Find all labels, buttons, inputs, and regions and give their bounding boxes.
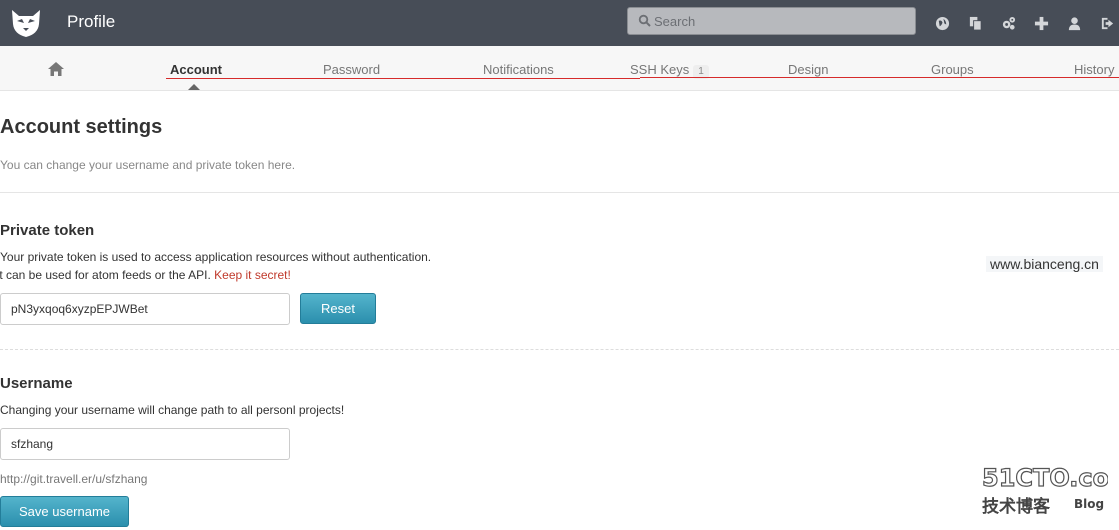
- sign-out-icon[interactable]: [1097, 13, 1117, 33]
- tab-account[interactable]: Account: [170, 62, 222, 77]
- copy-icon[interactable]: [965, 13, 985, 33]
- watermark-51cto-logo: 51CTO.com 技术博客 Blog: [981, 463, 1108, 517]
- watermark-url: www.bianceng.cn: [986, 256, 1103, 272]
- private-token-usage-text: It can be used for atom feeds or the API…: [0, 268, 211, 282]
- tab-label: Password: [323, 62, 381, 77]
- tab-groups[interactable]: Groups: [931, 62, 974, 77]
- username-field[interactable]: [0, 428, 290, 460]
- search-input[interactable]: [654, 11, 909, 31]
- search-icon: [638, 14, 651, 27]
- home-tab[interactable]: [47, 61, 67, 79]
- tab-label: Groups: [931, 62, 974, 77]
- tab-notifications[interactable]: Notifications: [483, 62, 554, 77]
- private-token-description: Your private token is used to access app…: [0, 250, 432, 264]
- private-token-heading: Private token: [0, 222, 95, 239]
- page-title-profile: Profile: [67, 12, 116, 31]
- active-tab-caret: [188, 84, 200, 90]
- user-icon[interactable]: [1064, 13, 1084, 33]
- annotation-underline: [166, 78, 640, 79]
- private-token-usage: It can be used for atom feeds or the API…: [0, 268, 291, 282]
- plus-icon[interactable]: [1031, 13, 1051, 33]
- header-icon-group: [932, 13, 1119, 33]
- save-username-button[interactable]: Save username: [0, 496, 129, 527]
- logo-sub-text: 技术博客: [982, 496, 1051, 517]
- tab-label: Notifications: [483, 62, 554, 77]
- search-box[interactable]: [627, 7, 916, 35]
- annotation-underline: [640, 77, 1119, 78]
- tab-label: Design: [788, 62, 829, 77]
- tab-label: SSH Keys: [630, 62, 690, 77]
- globe-icon[interactable]: [932, 13, 952, 33]
- username-heading: Username: [0, 375, 73, 392]
- reset-token-button[interactable]: Reset: [300, 293, 376, 324]
- gears-icon[interactable]: [998, 13, 1018, 33]
- logo-blog-text: Blog: [1074, 497, 1104, 511]
- account-settings-title: Account settings: [0, 116, 163, 138]
- section-divider: [0, 349, 1119, 350]
- private-token-field[interactable]: [0, 293, 290, 325]
- home-icon: [48, 62, 64, 76]
- tab-password[interactable]: Password: [323, 62, 380, 77]
- tab-design[interactable]: Design: [788, 62, 828, 77]
- top-navigation-bar: Profile: [0, 0, 1119, 46]
- keep-secret-warning: Keep it secret!: [214, 268, 291, 282]
- tab-label: Account: [170, 62, 222, 77]
- account-settings-subtitle: You can change your username and private…: [0, 158, 296, 172]
- tab-history[interactable]: History: [1074, 62, 1114, 77]
- profile-path-url: http://git.travell.er/u/sfzhang: [0, 472, 148, 486]
- logo-main-text: 51CTO.com: [982, 464, 1108, 492]
- profile-tab-bar: Account Password Notifications SSH Keys 1…: [0, 46, 1119, 91]
- section-divider: [0, 192, 1119, 193]
- tab-label: History: [1074, 62, 1115, 77]
- gitlab-logo-icon[interactable]: [8, 4, 44, 40]
- username-description: Changing your username will change path …: [0, 403, 345, 417]
